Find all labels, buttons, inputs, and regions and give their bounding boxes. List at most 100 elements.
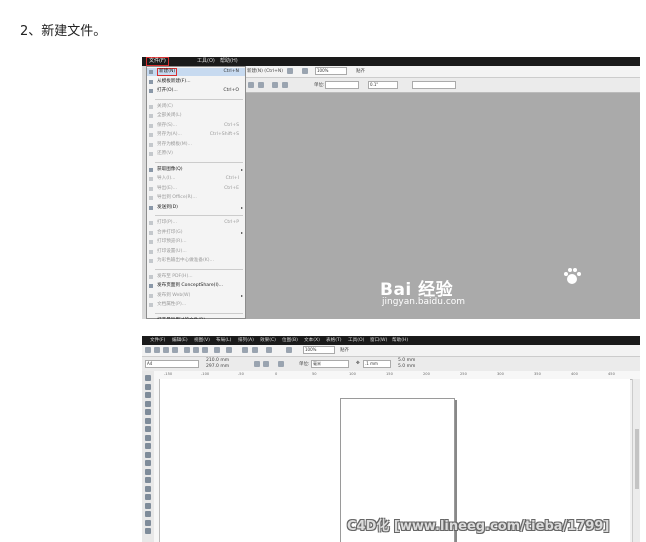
import-icon[interactable] (242, 347, 248, 353)
snap-button[interactable]: 贴齐 (340, 347, 349, 353)
file-menu-item[interactable]: 发布页面到 ConceptShare(I)... (147, 282, 245, 290)
menu-item-label: 新建(N) (157, 68, 178, 76)
menu-item-label: 打开最近用过的文件(R) (157, 317, 205, 320)
menu-item[interactable]: 排列(A) (238, 336, 254, 345)
text-tool-icon[interactable] (145, 460, 151, 466)
table-tool-icon[interactable] (145, 468, 151, 475)
menu-item[interactable]: 文本(X) (304, 336, 320, 345)
page-size-icon[interactable] (282, 82, 288, 88)
copy-icon[interactable] (193, 347, 199, 353)
export-icon[interactable] (252, 347, 258, 353)
freehand-tool-icon[interactable] (145, 409, 151, 415)
application-launcher-icon[interactable] (266, 347, 272, 353)
scrollbar-thumb[interactable] (635, 429, 639, 489)
menu-item-shortcut: Ctrl+P (224, 220, 239, 225)
menu-item[interactable]: 文件(F) (150, 336, 165, 345)
units-select[interactable]: 毫米 (311, 360, 349, 368)
undo-icon[interactable] (214, 347, 220, 353)
portrait-icon[interactable] (248, 82, 254, 88)
file-menu-item[interactable]: 打开(O)... Ctrl+O (147, 87, 245, 95)
file-menu-item[interactable]: 从模板新建(F)... (147, 78, 245, 86)
snap-button[interactable]: 贴齐 (356, 68, 365, 74)
file-menu-item[interactable]: 发送到(D) ▸ (147, 204, 245, 212)
zoom-icon[interactable] (302, 68, 308, 74)
file-menu-item[interactable]: 打开最近用过的文件(R) ▸ (147, 317, 245, 320)
page-layout-icon[interactable] (278, 361, 284, 367)
menu-item[interactable]: 编辑(E) (172, 336, 188, 345)
menu-item[interactable]: 视图(V) (194, 336, 210, 345)
open-icon[interactable] (154, 347, 160, 353)
menu-item[interactable]: 位图(B) (282, 336, 298, 345)
menu-item[interactable]: 工具(O) (348, 336, 364, 345)
blend-tool-icon[interactable] (145, 494, 151, 500)
parallel-dimension-icon[interactable] (145, 477, 151, 483)
cut-icon[interactable] (184, 347, 190, 353)
file-menu-item: 打印预览(R)... (147, 238, 245, 246)
menu-file[interactable]: 文件(F) (146, 57, 169, 66)
fill-tool-icon[interactable] (145, 519, 151, 526)
interactive-fill-icon[interactable] (145, 528, 151, 534)
menu-separator (155, 268, 243, 270)
ruler-tick-label: 150 (386, 372, 393, 376)
menu-help[interactable]: 帮助(H) (220, 57, 238, 66)
crop-tool-icon[interactable] (145, 392, 151, 398)
screenshot-file-menu: 文件(F) 工具(O) 帮助(H) 新建(N) (Ctrl+N) 100% 贴齐… (142, 57, 640, 319)
duplicate-x[interactable]: 5.0 mm (398, 358, 415, 363)
menu-item[interactable]: 帮助(H) (392, 336, 408, 345)
page-layout-icon[interactable] (272, 82, 278, 88)
save-icon[interactable] (163, 347, 169, 353)
landscape-icon[interactable] (258, 82, 264, 88)
zoom-tool-icon[interactable] (145, 400, 151, 407)
outline-pen-icon[interactable] (145, 511, 151, 517)
submenu-arrow-icon: ▸ (240, 292, 243, 298)
menu-item[interactable]: 窗口(W) (370, 336, 387, 345)
paste-icon[interactable] (202, 347, 208, 353)
menu-item[interactable]: 布局(L) (216, 336, 231, 345)
smart-fill-icon[interactable] (145, 417, 151, 424)
redo-icon[interactable] (226, 347, 232, 353)
new-file-icon[interactable] (145, 347, 151, 353)
menu-item[interactable]: 效果(C) (260, 336, 276, 345)
file-menu-item[interactable]: 获取图像(Q) ▸ (147, 166, 245, 174)
ruler-tick-label: -50 (238, 372, 244, 376)
print-icon[interactable] (287, 68, 293, 74)
menu-tools[interactable]: 工具(O) (197, 57, 215, 66)
menu-item[interactable]: 表格(T) (326, 336, 342, 345)
duplicate-distance[interactable] (412, 81, 456, 89)
duplicate-y[interactable]: 5.0 mm (398, 364, 415, 369)
file-menu-item: 打印(P)... Ctrl+P (147, 219, 245, 227)
zoom-icon[interactable] (286, 347, 292, 353)
print-icon[interactable] (172, 347, 178, 353)
nudge-input[interactable]: .1 mm (363, 360, 391, 368)
nudge-input[interactable]: 0.1" (368, 81, 398, 89)
page-width[interactable]: 210.0 mm (206, 358, 229, 363)
file-menu-item: 另存为(A)... Ctrl+Shift+S (147, 131, 245, 139)
units-label: 单位: (314, 83, 325, 88)
page-height[interactable]: 297.0 mm (206, 364, 229, 369)
standard-toolbar: 100% 贴齐 (142, 345, 640, 357)
portrait-icon[interactable] (254, 361, 260, 367)
ellipse-tool-icon[interactable] (145, 434, 151, 441)
polygon-tool-icon[interactable] (145, 443, 151, 449)
menu-bar: 文件(F) 工具(O) 帮助(H) (142, 57, 640, 66)
units-select[interactable] (325, 81, 359, 89)
paper-type-select[interactable]: A4 (145, 360, 199, 368)
shape-tool-icon[interactable] (145, 383, 151, 390)
connector-icon[interactable] (145, 485, 151, 492)
menu-item-icon (149, 152, 153, 156)
basic-shapes-icon[interactable] (145, 451, 151, 458)
file-menu-item[interactable]: 新建(N) Ctrl+N (147, 68, 245, 76)
menu-separator (155, 98, 243, 100)
zoom-select[interactable]: 100% (315, 67, 347, 75)
baidu-paw-icon (564, 268, 581, 284)
menu-item-label: 导入(I)... (157, 176, 176, 181)
file-menu-item: 另存为模板(M)... (147, 141, 245, 149)
rectangle-tool-icon[interactable] (145, 426, 151, 432)
zoom-select[interactable]: 100% (303, 346, 335, 354)
menu-item-label: 发送到(D) (157, 204, 178, 210)
menu-item-icon (149, 89, 153, 93)
eyedropper-icon[interactable] (145, 502, 151, 509)
landscape-icon[interactable] (263, 361, 269, 367)
pick-tool-icon[interactable] (145, 375, 151, 381)
vertical-scrollbar[interactable] (632, 379, 640, 542)
